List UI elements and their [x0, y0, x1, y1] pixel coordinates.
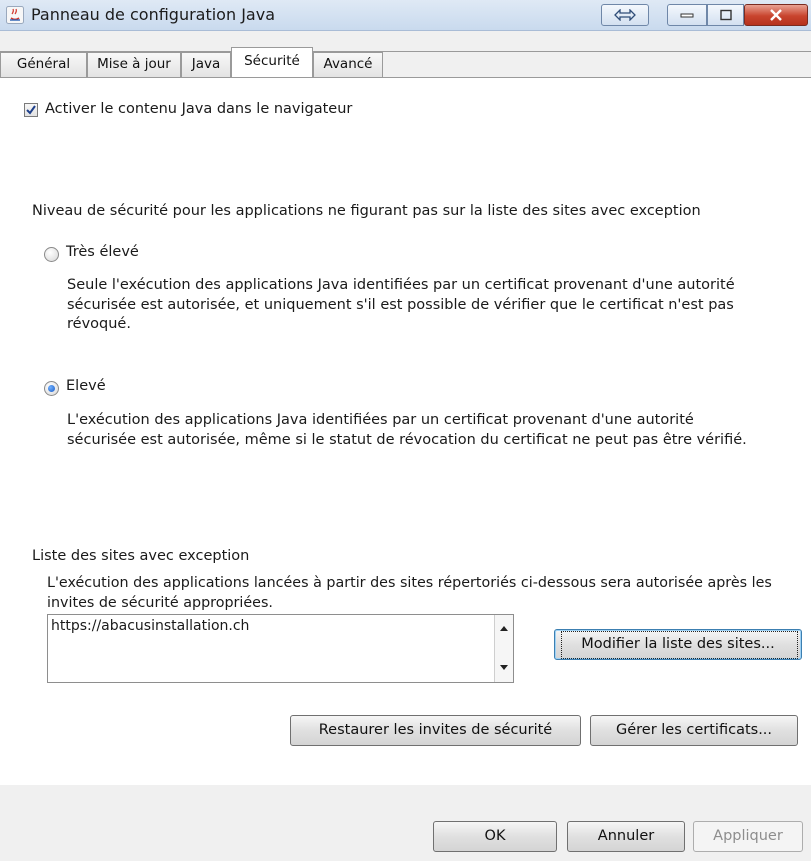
restore-security-prompts-button[interactable]: Restaurer les invites de sécurité: [290, 715, 581, 746]
checkmark-icon: [26, 105, 36, 115]
close-button[interactable]: [744, 4, 808, 26]
very-high-desc-line: révoqué.: [67, 316, 131, 332]
high-radio[interactable]: [44, 381, 59, 396]
minimize-icon: [680, 13, 694, 18]
tab-java[interactable]: Java: [181, 52, 231, 77]
exception-list-description: L'exécution des applications lancées à p…: [47, 574, 772, 613]
java-icon: [6, 6, 24, 24]
exception-sites-list[interactable]: https://abacusinstallation.ch: [47, 614, 514, 683]
minimize-button[interactable]: [667, 4, 707, 26]
maximize-button[interactable]: [707, 4, 744, 26]
manage-certificates-button[interactable]: Gérer les certificats...: [590, 715, 798, 746]
enable-java-label: Activer le contenu Java dans le navigate…: [45, 101, 353, 117]
exception-desc-line: L'exécution des applications lancées à p…: [47, 575, 772, 591]
window-title: Panneau de configuration Java: [31, 5, 275, 24]
focus-indicator: [561, 631, 798, 659]
scroll-up-icon[interactable]: [495, 622, 513, 636]
swap-arrows-icon: [614, 9, 636, 21]
java-control-panel-window: Panneau de configuration Java Général Mi…: [0, 0, 811, 861]
ok-button[interactable]: OK: [433, 821, 557, 852]
high-desc-line: L'exécution des applications Java identi…: [67, 412, 694, 428]
very-high-desc-line: Seule l'exécution des applications Java …: [67, 277, 735, 293]
scroll-down-icon[interactable]: [495, 660, 513, 674]
very-high-description: Seule l'exécution des applications Java …: [67, 276, 735, 335]
tab-updates[interactable]: Mise à jour: [87, 52, 181, 77]
list-item[interactable]: https://abacusinstallation.ch: [51, 618, 249, 634]
cancel-button[interactable]: Annuler: [567, 821, 685, 852]
tab-security[interactable]: Sécurité: [231, 47, 313, 77]
high-label: Elevé: [66, 378, 106, 394]
tab-general[interactable]: Général: [0, 52, 87, 77]
exception-list-heading: Liste des sites avec exception: [32, 548, 250, 564]
security-level-heading: Niveau de sécurité pour les applications…: [32, 203, 701, 219]
tab-advanced[interactable]: Avancé: [313, 52, 383, 77]
title-bar: Panneau de configuration Java: [0, 0, 811, 31]
swap-button[interactable]: [601, 4, 649, 26]
list-scrollbar[interactable]: [494, 615, 513, 682]
very-high-desc-line: sécurisée est autorisée, et uniquement s…: [67, 296, 734, 313]
close-icon: [770, 9, 782, 21]
high-desc-line: sécurisée est autorisée, même si le stat…: [67, 431, 747, 448]
exception-desc-line: invites de sécurité appropriées.: [47, 594, 273, 611]
maximize-icon: [719, 9, 732, 21]
enable-java-checkbox[interactable]: [24, 103, 38, 117]
very-high-radio[interactable]: [44, 247, 59, 262]
dialog-footer: [0, 785, 811, 861]
high-description: L'exécution des applications Java identi…: [67, 411, 747, 450]
very-high-label: Très élevé: [66, 244, 139, 260]
apply-button[interactable]: Appliquer: [693, 821, 803, 852]
